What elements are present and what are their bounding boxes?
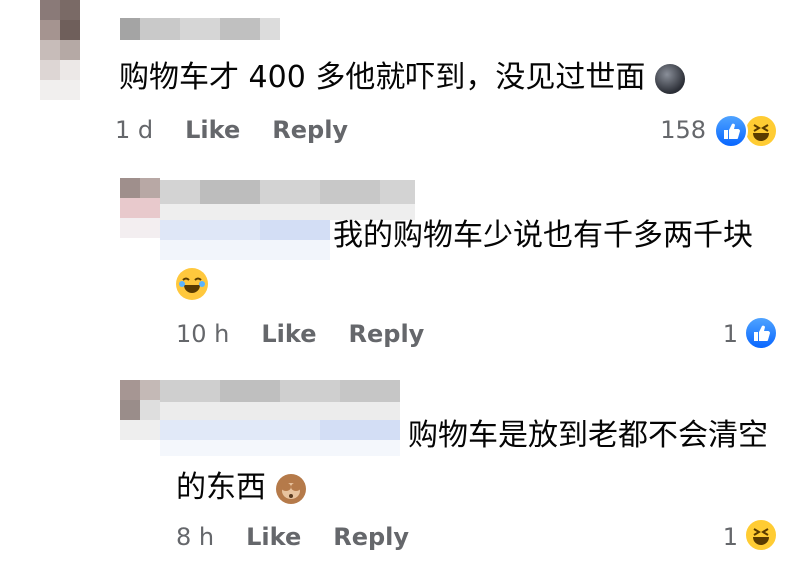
comment-meta: 1 d Like Reply [115,116,348,144]
commenter-name-blurred[interactable] [160,380,400,460]
comment-timestamp[interactable]: 1 d [115,116,153,144]
comment-text: 购物车才 400 多他就吓到，没见过世面 [119,58,685,98]
like-button[interactable]: Like [246,523,301,551]
comment-meta: 10 h Like Reply [176,320,424,348]
reaction-count[interactable]: 1 [700,523,738,551]
comment-timestamp[interactable]: 8 h [176,523,214,551]
avatar[interactable] [40,0,80,100]
like-icon [714,114,748,148]
joy-emoji-icon [176,268,208,300]
reply-button[interactable]: Reply [272,116,348,144]
comment-text: 我的购物车少说也有千多两千块 [333,218,753,253]
dark-moon-emoji-icon [654,63,685,94]
comment-text: 的东西 [176,468,306,508]
commenter-name-blurred[interactable] [120,18,280,42]
reply-avatar[interactable] [120,178,160,238]
comment-timestamp[interactable]: 10 h [176,320,229,348]
like-icon [744,316,778,350]
reaction-count[interactable]: 158 [640,116,706,144]
comment-text: 购物车是放到老都不会清空 [408,418,768,453]
see-no-evil-monkey-emoji-icon [275,473,306,504]
haha-icon [744,518,778,552]
like-button[interactable]: Like [185,116,240,144]
reply-avatar[interactable] [120,380,160,440]
reply-button[interactable]: Reply [349,320,425,348]
comment-meta: 8 h Like Reply [176,523,409,551]
reply-button[interactable]: Reply [333,523,409,551]
haha-icon [744,114,778,148]
like-button[interactable]: Like [261,320,316,348]
reaction-count[interactable]: 1 [700,320,738,348]
